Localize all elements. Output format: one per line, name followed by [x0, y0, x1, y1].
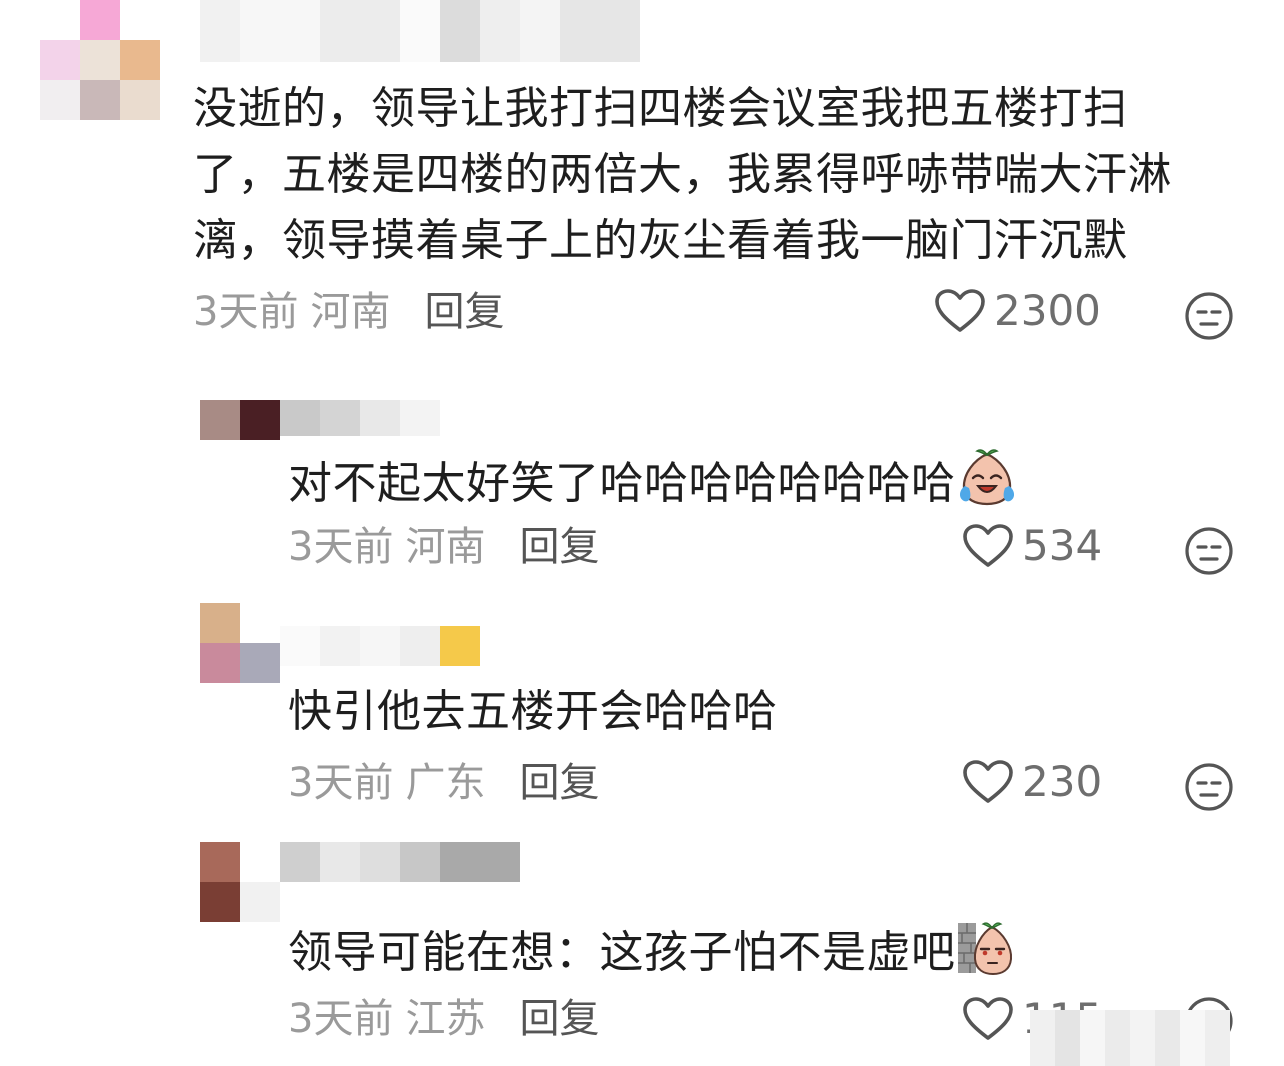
like-button[interactable]: 534 — [962, 523, 1102, 569]
avatar[interactable] — [200, 400, 280, 440]
avatar[interactable] — [200, 842, 280, 922]
avatar[interactable] — [40, 0, 162, 120]
peeking-peach-emoji — [957, 922, 1012, 975]
comment-time: 3天前 — [193, 289, 299, 335]
avatar[interactable] — [200, 603, 280, 683]
username-blurred[interactable] — [280, 626, 480, 666]
comment-location: 河南 — [310, 289, 391, 335]
like-button[interactable]: 2300 — [934, 288, 1101, 334]
comment-location: 河南 — [405, 524, 486, 570]
dislike-face-icon[interactable] — [1184, 762, 1234, 812]
like-count: 2300 — [994, 286, 1101, 335]
comment-time: 3天前 — [288, 760, 394, 806]
comment-text: 没逝的，领导让我打扫四楼会议室我把五楼打扫了，五楼是四楼的两倍大，我累得呼哧带喘… — [193, 83, 1172, 266]
username-blurred[interactable] — [280, 842, 520, 882]
comment-text: 领导可能在想：这孩子怕不是虚吧 — [288, 927, 956, 978]
heart-icon — [963, 997, 1013, 1040]
comment-time: 3天前 — [288, 996, 394, 1042]
comment-meta: 3天前 江苏 回复 — [288, 994, 599, 1044]
reply-button[interactable]: 回复 — [519, 996, 599, 1042]
comment-meta: 3天前 河南 回复 — [288, 522, 599, 572]
reply-button[interactable]: 回复 — [519, 760, 599, 806]
username-blurred[interactable] — [280, 400, 440, 436]
comment-location: 江苏 — [405, 996, 486, 1042]
dislike-face-icon[interactable] — [1184, 291, 1234, 341]
reply-button[interactable]: 回复 — [424, 289, 504, 335]
comment-text-row: 对不起太好笑了哈哈哈哈哈哈哈哈 — [288, 448, 1018, 512]
comment-time: 3天前 — [288, 524, 394, 570]
heart-icon — [963, 524, 1013, 567]
comment-meta: 3天前 广东 回复 — [288, 758, 599, 808]
reply-button[interactable]: 回复 — [519, 524, 599, 570]
dislike-face-icon[interactable] — [1184, 526, 1234, 576]
comment-meta: 3天前 河南 回复 — [193, 287, 504, 337]
comment-text: 快引他去五楼开会哈哈哈 — [288, 686, 778, 737]
like-count: 534 — [1022, 521, 1103, 570]
comment-location: 广东 — [405, 760, 486, 806]
comment-text: 对不起太好笑了哈哈哈哈哈哈哈哈 — [288, 458, 956, 509]
like-button[interactable]: 230 — [962, 759, 1102, 805]
crying-laughing-peach-emoji — [959, 449, 1014, 506]
heart-icon — [963, 760, 1013, 803]
watermark-mosaic — [1030, 1010, 1230, 1066]
username-blurred[interactable] — [200, 0, 660, 62]
heart-icon — [935, 289, 985, 332]
like-count: 230 — [1022, 757, 1103, 806]
comment-text-row: 领导可能在想：这孩子怕不是虚吧 — [288, 919, 1014, 981]
